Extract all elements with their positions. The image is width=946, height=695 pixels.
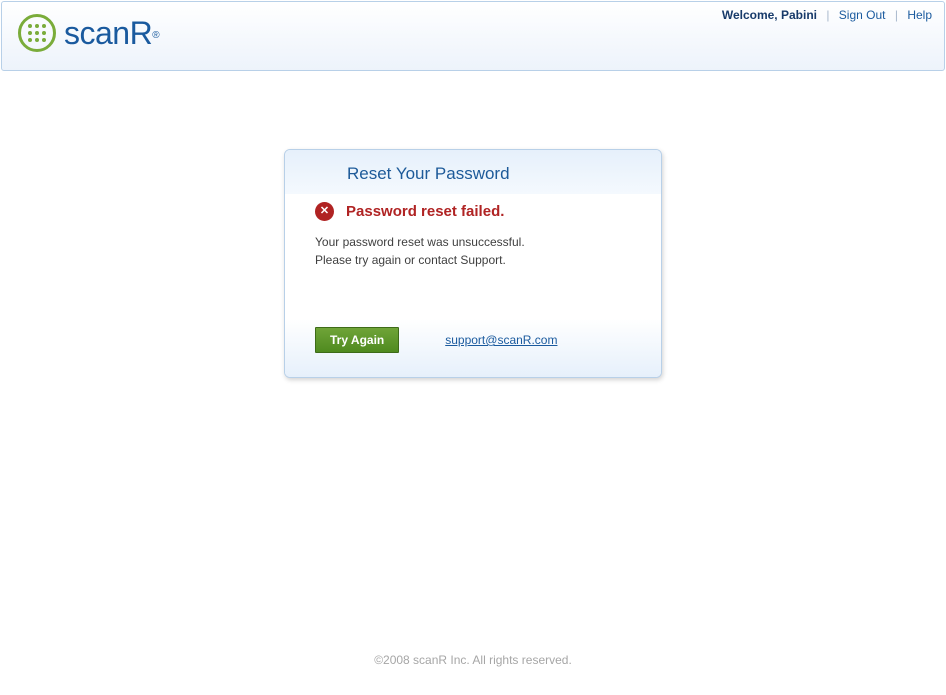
separator: |: [895, 8, 898, 22]
welcome-text: Welcome, Pabini: [722, 8, 817, 22]
logo-text: scanR: [64, 15, 152, 52]
error-message: Your password reset was unsuccessful. Pl…: [315, 233, 631, 269]
card-footer: Try Again support@scanR.com: [285, 319, 661, 377]
content-area: Reset Your Password ✕ Password reset fai…: [0, 71, 946, 378]
error-header: ✕ Password reset failed.: [315, 202, 631, 221]
copyright-text: ©2008 scanR Inc. All rights reserved.: [374, 653, 572, 667]
help-link[interactable]: Help: [907, 8, 932, 22]
try-again-button[interactable]: Try Again: [315, 327, 399, 353]
logo[interactable]: scanR®: [2, 2, 160, 52]
top-links: Welcome, Pabini | Sign Out | Help: [722, 2, 944, 22]
error-line-1: Your password reset was unsuccessful.: [315, 235, 525, 249]
card-body: ✕ Password reset failed. Your password r…: [285, 194, 661, 269]
footer: ©2008 scanR Inc. All rights reserved.: [0, 653, 946, 667]
registered-icon: ®: [152, 30, 159, 41]
support-email-link[interactable]: support@scanR.com: [445, 333, 557, 347]
error-line-2: Please try again or contact Support.: [315, 253, 506, 267]
header-bar: scanR® Welcome, Pabini | Sign Out | Help: [1, 1, 945, 71]
separator: |: [826, 8, 829, 22]
sign-out-link[interactable]: Sign Out: [839, 8, 886, 22]
card-title: Reset Your Password: [347, 164, 661, 184]
reset-password-card: Reset Your Password ✕ Password reset fai…: [284, 149, 662, 378]
error-title: Password reset failed.: [346, 203, 504, 220]
card-header: Reset Your Password: [285, 150, 661, 194]
error-icon: ✕: [315, 202, 334, 221]
logo-icon: [18, 14, 56, 52]
